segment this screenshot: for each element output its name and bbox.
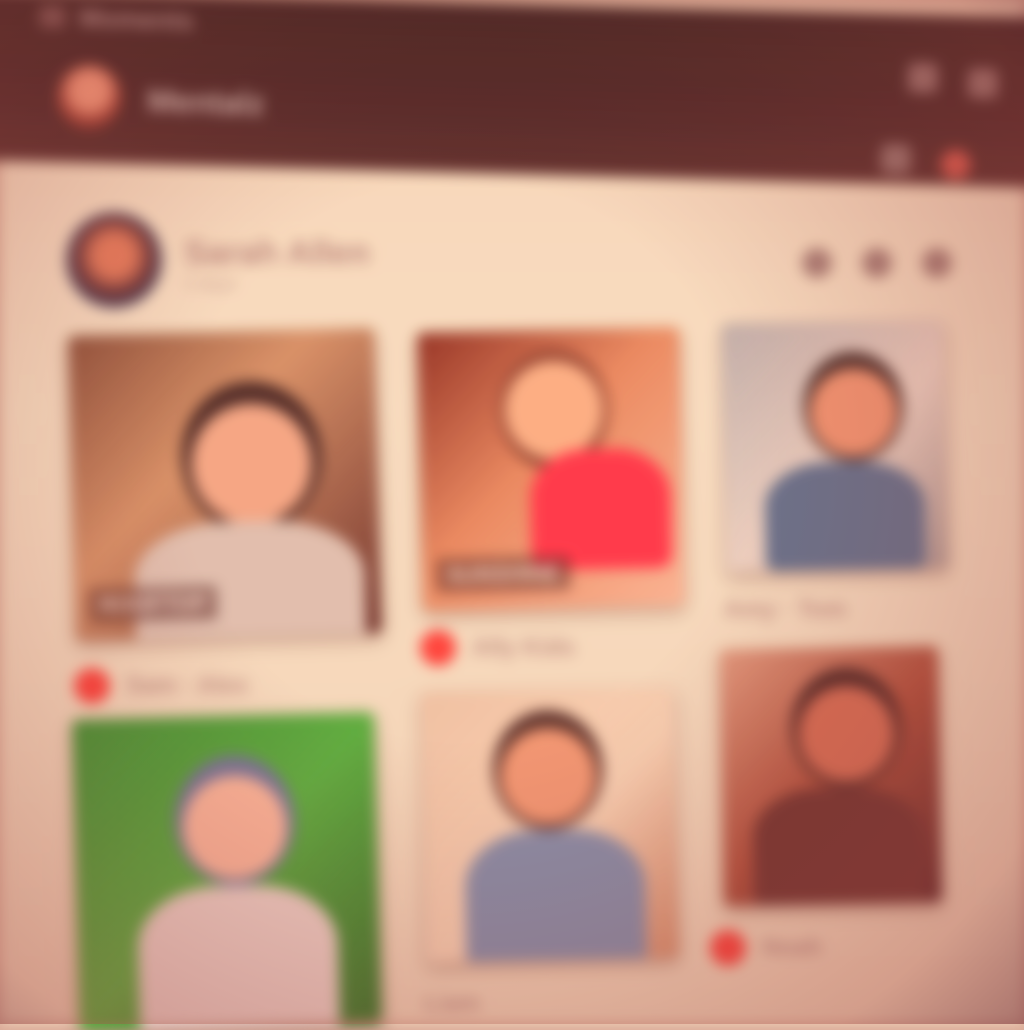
- photo-subject: [790, 666, 903, 789]
- photo-meta: Amy · Tom: [724, 596, 846, 624]
- settings-icon[interactable]: [967, 67, 999, 99]
- comment-icon[interactable]: [862, 248, 892, 278]
- share-icon[interactable]: [802, 248, 832, 278]
- photo-tile[interactable]: [421, 687, 679, 963]
- tab-row: Moments: [39, 2, 194, 36]
- photo-subject: [802, 350, 905, 463]
- likes-text[interactable]: Liam: [424, 990, 480, 1018]
- photo-meta: Liam: [424, 990, 480, 1018]
- top-navigation-bar: Moments Mentalz: [0, 0, 1024, 189]
- profile-header: Sarah Allen 2 days: [66, 212, 966, 308]
- tab-label[interactable]: Moments: [79, 2, 194, 36]
- profile-subtitle: 2 days: [184, 274, 238, 294]
- account-name[interactable]: Mentalz: [147, 82, 265, 122]
- photo-subject: [173, 754, 297, 888]
- likes-text[interactable]: Sam · Alex: [126, 672, 248, 700]
- app-screen: Moments Mentalz Sarah Allen 2 days ROOFT…: [0, 0, 1024, 1030]
- photo-meta: Ally Kids: [420, 630, 575, 666]
- more-icon[interactable]: [922, 248, 952, 278]
- photo-subject: [179, 379, 324, 534]
- photo-meta: Sam · Alex: [74, 668, 248, 704]
- photo-tile[interactable]: ROOFTOP: [68, 328, 382, 641]
- photo-subject-body: [752, 786, 925, 906]
- photo-tile[interactable]: [719, 646, 943, 906]
- menu-icon[interactable]: [39, 5, 66, 29]
- likes-text[interactable]: Amy · Tom: [724, 596, 846, 624]
- alert-icon[interactable]: [940, 149, 972, 180]
- profile-avatar[interactable]: [66, 212, 162, 308]
- photo-subject-body: [133, 518, 367, 641]
- photo-meta: Noah: [710, 930, 822, 966]
- photo-tile[interactable]: SUNSHINE: [417, 327, 685, 611]
- photo-tile[interactable]: [71, 712, 383, 1030]
- heart-icon[interactable]: [420, 630, 456, 666]
- account-avatar[interactable]: [56, 64, 123, 130]
- messages-icon[interactable]: [880, 143, 912, 175]
- photo-tile[interactable]: [721, 320, 949, 572]
- heart-icon[interactable]: [710, 930, 746, 966]
- photo-caption: ROOFTOP: [88, 585, 218, 623]
- photo-subject-body: [529, 447, 673, 571]
- likes-text[interactable]: Noah: [762, 934, 822, 962]
- photo-subject: [491, 708, 605, 832]
- photo-caption: SUNSHINE: [435, 555, 571, 593]
- likes-text[interactable]: Ally Kids: [472, 634, 575, 662]
- notifications-icon[interactable]: [907, 62, 939, 94]
- photo-subject-body: [764, 460, 927, 572]
- photo-subject-body: [136, 883, 341, 1030]
- photo-subject-body: [464, 828, 648, 963]
- heart-icon[interactable]: [74, 668, 110, 704]
- profile-name[interactable]: Sarah Allen: [184, 234, 370, 273]
